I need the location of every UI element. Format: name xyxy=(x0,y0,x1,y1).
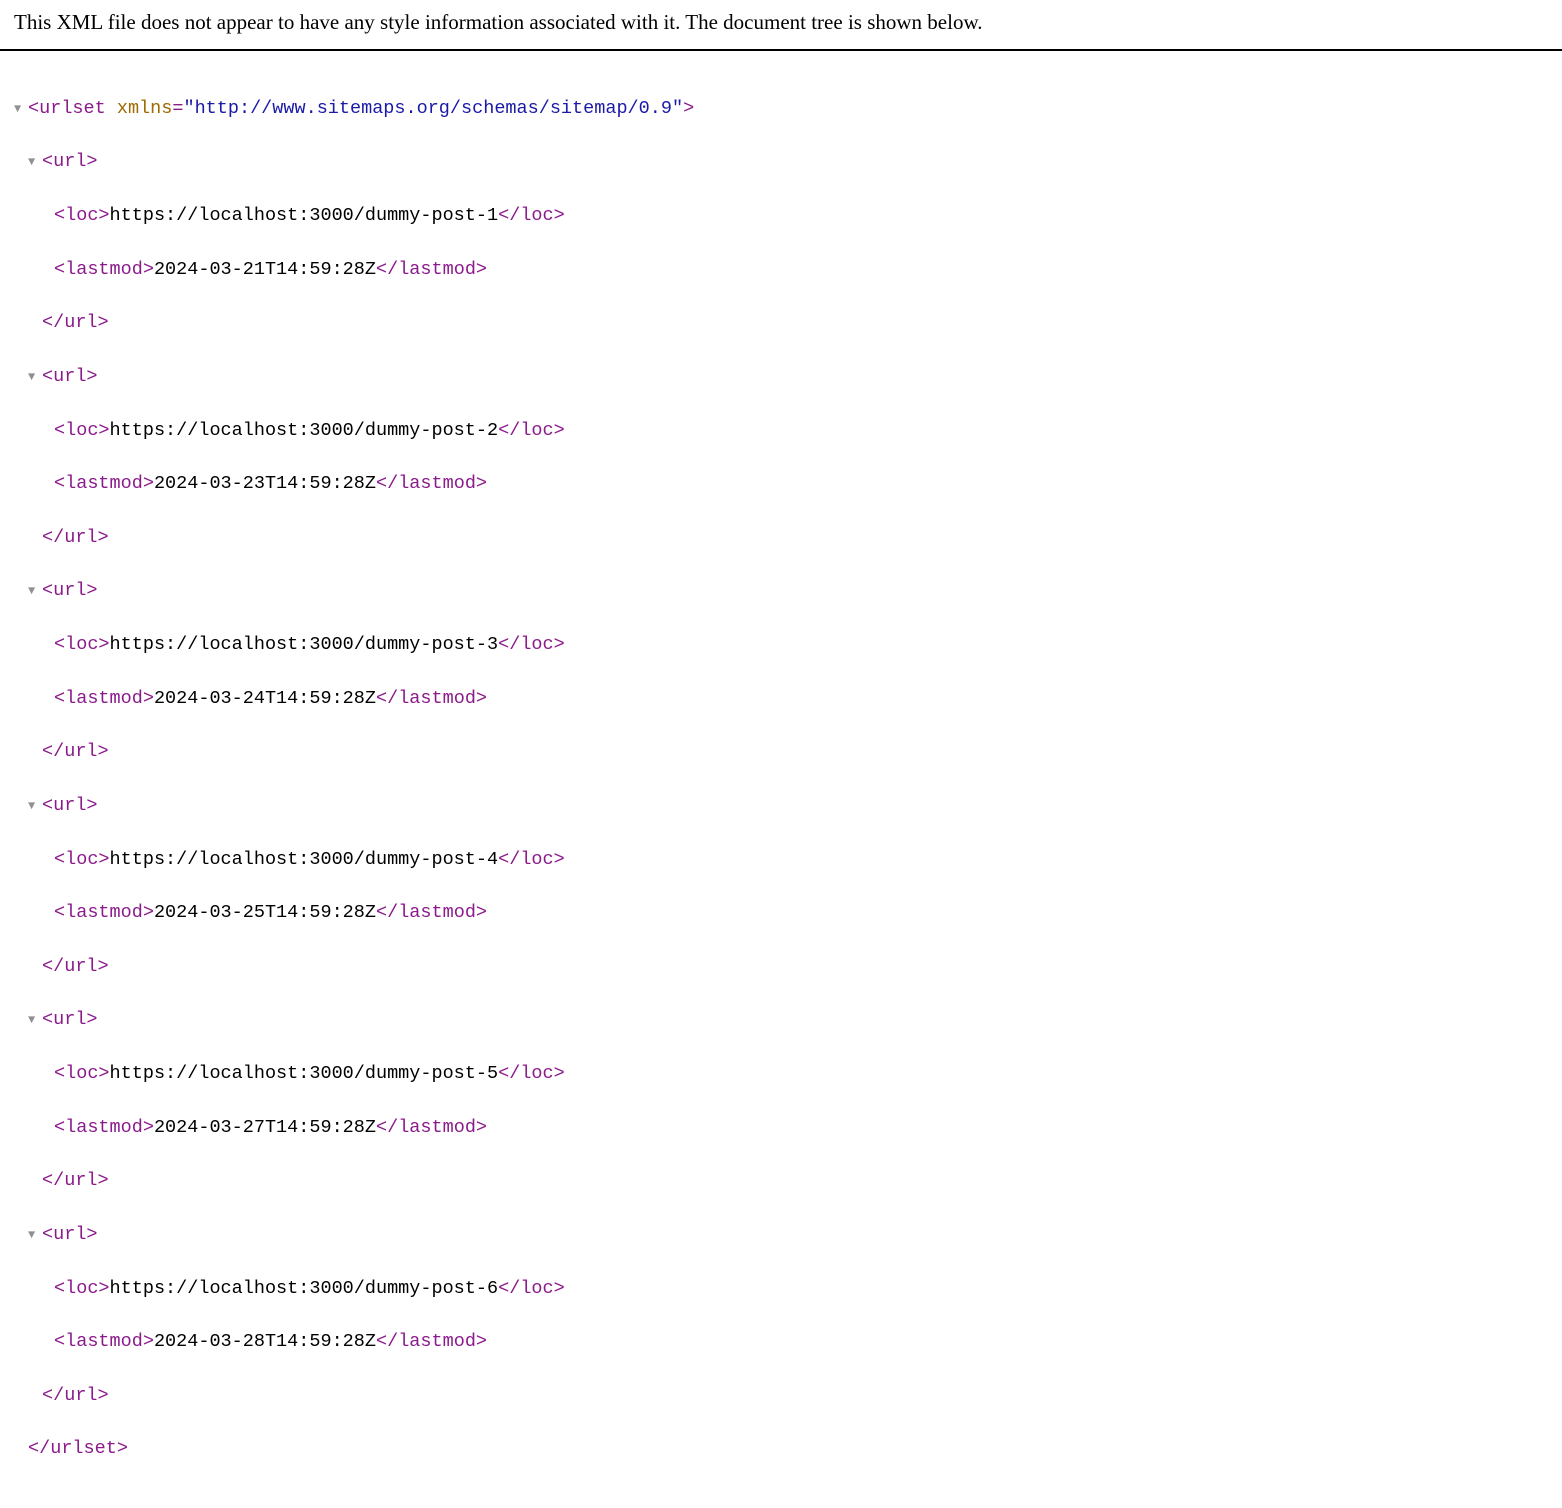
loc-line: <loc>https://localhost:3000/dummy-post-2… xyxy=(14,418,1548,445)
disclosure-triangle-icon[interactable]: ▼ xyxy=(28,1012,42,1029)
loc-value: https://localhost:3000/dummy-post-4 xyxy=(110,849,499,870)
disclosure-triangle-icon[interactable]: ▼ xyxy=(28,1227,42,1244)
url-close-line: </url> xyxy=(14,310,1548,337)
url-close-line: </url> xyxy=(14,954,1548,981)
loc-value: https://localhost:3000/dummy-post-6 xyxy=(110,1278,499,1299)
url-open-line: ▼<url> xyxy=(14,1222,1548,1249)
url-open-line: ▼<url> xyxy=(14,578,1548,605)
loc-value: https://localhost:3000/dummy-post-2 xyxy=(110,420,499,441)
loc-line: <loc>https://localhost:3000/dummy-post-1… xyxy=(14,203,1548,230)
url-close-line: </url> xyxy=(14,1383,1548,1410)
loc-line: <loc>https://localhost:3000/dummy-post-6… xyxy=(14,1276,1548,1303)
loc-value: https://localhost:3000/dummy-post-3 xyxy=(110,634,499,655)
lastmod-value: 2024-03-28T14:59:28Z xyxy=(154,1331,376,1352)
disclosure-triangle-icon[interactable]: ▼ xyxy=(14,101,28,118)
disclosure-triangle-icon[interactable]: ▼ xyxy=(28,583,42,600)
lastmod-line: <lastmod>2024-03-28T14:59:28Z</lastmod> xyxy=(14,1329,1548,1356)
lastmod-line: <lastmod>2024-03-23T14:59:28Z</lastmod> xyxy=(14,471,1548,498)
lastmod-value: 2024-03-25T14:59:28Z xyxy=(154,902,376,923)
loc-value: https://localhost:3000/dummy-post-5 xyxy=(110,1063,499,1084)
root-attr-value: "http://www.sitemaps.org/schemas/sitemap… xyxy=(183,98,683,119)
url-close-line: </url> xyxy=(14,739,1548,766)
loc-value: https://localhost:3000/dummy-post-1 xyxy=(110,205,499,226)
root-attr-name: xmlns xyxy=(117,98,173,119)
loc-line: <loc>https://localhost:3000/dummy-post-4… xyxy=(14,847,1548,874)
lastmod-value: 2024-03-21T14:59:28Z xyxy=(154,259,376,280)
xml-tree: ▼<urlset xmlns="http://www.sitemaps.org/… xyxy=(0,51,1562,1508)
lastmod-line: <lastmod>2024-03-27T14:59:28Z</lastmod> xyxy=(14,1115,1548,1142)
loc-line: <loc>https://localhost:3000/dummy-post-3… xyxy=(14,632,1548,659)
loc-line: <loc>https://localhost:3000/dummy-post-5… xyxy=(14,1061,1548,1088)
disclosure-triangle-icon[interactable]: ▼ xyxy=(28,798,42,815)
url-close-line: </url> xyxy=(14,1168,1548,1195)
url-open-line: ▼<url> xyxy=(14,364,1548,391)
disclosure-triangle-icon[interactable]: ▼ xyxy=(28,369,42,386)
lastmod-line: <lastmod>2024-03-25T14:59:28Z</lastmod> xyxy=(14,900,1548,927)
url-open-line: ▼<url> xyxy=(14,1007,1548,1034)
root-tag: urlset xyxy=(39,98,106,119)
lastmod-value: 2024-03-24T14:59:28Z xyxy=(154,688,376,709)
lastmod-line: <lastmod>2024-03-24T14:59:28Z</lastmod> xyxy=(14,686,1548,713)
xml-notice: This XML file does not appear to have an… xyxy=(0,0,1562,51)
lastmod-value: 2024-03-23T14:59:28Z xyxy=(154,473,376,494)
root-open-line: ▼<urlset xmlns="http://www.sitemaps.org/… xyxy=(14,96,1548,123)
url-open-line: ▼<url> xyxy=(14,149,1548,176)
lastmod-value: 2024-03-27T14:59:28Z xyxy=(154,1117,376,1138)
root-close-line: </urlset> xyxy=(14,1436,1548,1463)
disclosure-triangle-icon[interactable]: ▼ xyxy=(28,154,42,171)
url-close-line: </url> xyxy=(14,525,1548,552)
url-open-line: ▼<url> xyxy=(14,793,1548,820)
lastmod-line: <lastmod>2024-03-21T14:59:28Z</lastmod> xyxy=(14,257,1548,284)
